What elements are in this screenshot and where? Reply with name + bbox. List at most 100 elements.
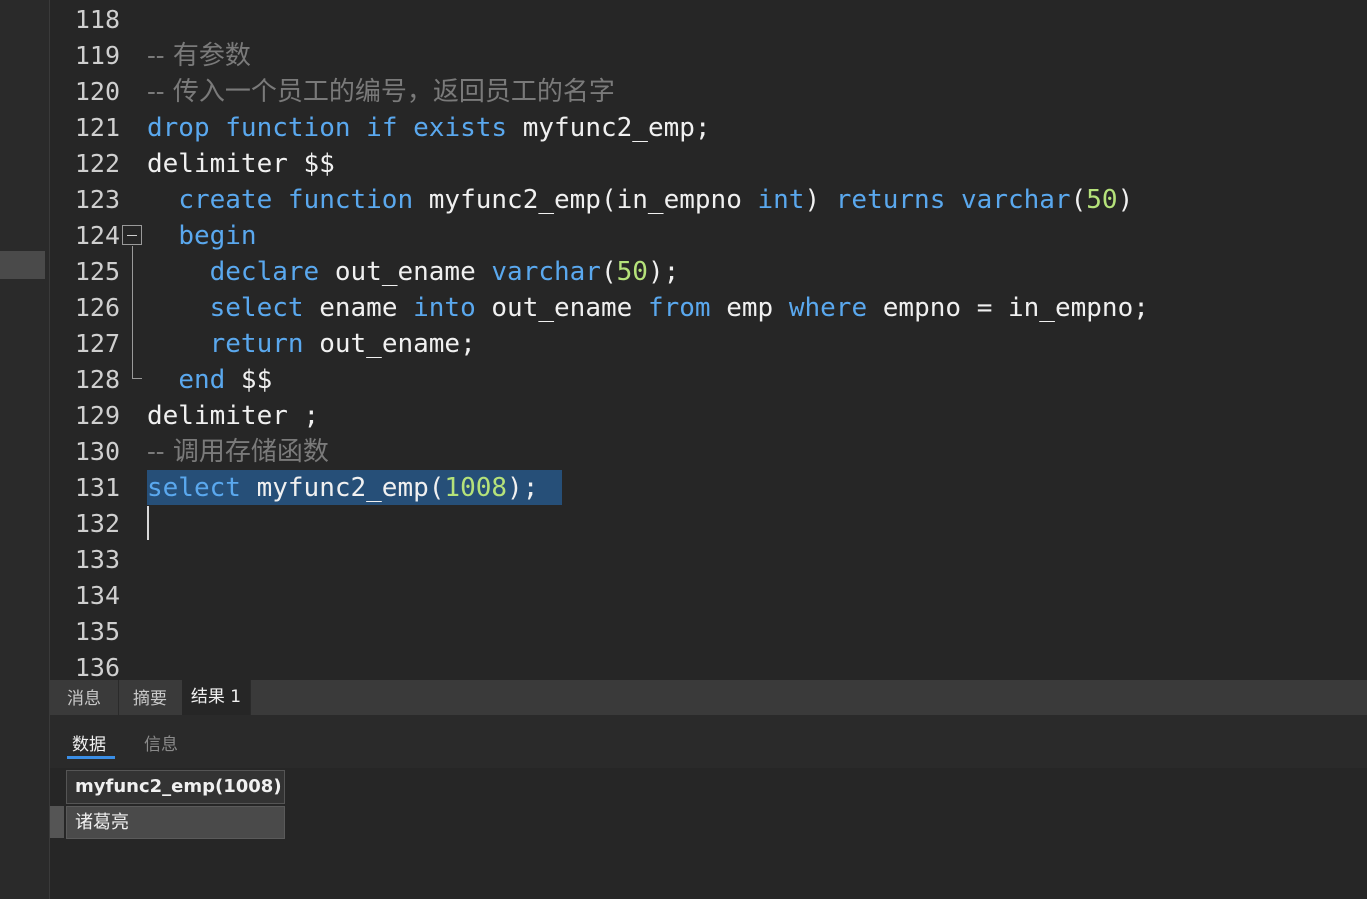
line-number: 120 bbox=[74, 77, 120, 106]
code-token: $$ bbox=[225, 365, 273, 395]
comment-token: -- 有参数 bbox=[147, 41, 251, 71]
column-header[interactable]: myfunc2_emp(1008) bbox=[66, 770, 285, 804]
keyword-token: return bbox=[209, 329, 304, 359]
keyword-token: int bbox=[757, 185, 805, 215]
code-line[interactable]: drop function if exists myfunc2_emp; bbox=[147, 110, 711, 146]
keyword-token: declare bbox=[209, 257, 320, 287]
result-subtab-bar: 数据 信息 bbox=[50, 715, 1367, 768]
comment-token: -- 调用存储函数 bbox=[147, 437, 329, 467]
tab-messages[interactable]: 消息 bbox=[50, 680, 119, 715]
line-number: 124 bbox=[74, 221, 120, 250]
code-line[interactable]: -- 调用存储函数 bbox=[147, 434, 329, 470]
sidebar-scroll-marker[interactable] bbox=[0, 251, 45, 279]
code-token: ( bbox=[600, 257, 617, 287]
code-line[interactable]: return out_ename; bbox=[147, 326, 476, 362]
sql-editor-window: 118 119 120 121 122 123 124 125 126 127 128 129 130 1… bbox=[0, 0, 1367, 899]
number-token: 1008 bbox=[444, 473, 508, 503]
line-number: 136 bbox=[74, 653, 120, 680]
keyword-token: function bbox=[287, 185, 414, 215]
keyword-token: select bbox=[209, 293, 304, 323]
tab-summary[interactable]: 摘要 bbox=[118, 680, 183, 715]
result-tab-bar: 消息 摘要 结果 1 bbox=[50, 680, 1367, 715]
code-line[interactable]: delimiter $$ bbox=[147, 146, 335, 182]
keyword-token: from bbox=[647, 293, 711, 323]
subtab-data[interactable]: 数据 bbox=[72, 730, 106, 755]
fold-collapse-icon[interactable] bbox=[122, 225, 142, 245]
keyword-token: varchar bbox=[961, 185, 1071, 215]
active-subtab-underline bbox=[67, 756, 115, 759]
code-token: out_ename bbox=[475, 293, 648, 323]
fold-guide-line bbox=[132, 246, 133, 378]
comment-token: -- 传入一个员工的编号，返回员工的名字 bbox=[147, 77, 615, 107]
code-lines[interactable]: -- 有参数 -- 传入一个员工的编号，返回员工的名字 drop function … bbox=[147, 0, 1357, 680]
code-editor[interactable]: 118 119 120 121 122 123 124 125 126 127 128 129 130 1… bbox=[50, 0, 1367, 680]
code-line[interactable]: end $$ bbox=[147, 362, 272, 398]
keyword-token: if bbox=[366, 113, 398, 143]
keyword-token: varchar bbox=[491, 257, 601, 287]
code-line[interactable]: -- 有参数 bbox=[147, 38, 251, 74]
line-number: 132 bbox=[74, 509, 120, 538]
code-token: ) bbox=[804, 185, 836, 215]
row-selector[interactable] bbox=[50, 806, 64, 838]
code-token: ) bbox=[1117, 185, 1134, 215]
code-token: ); bbox=[507, 473, 539, 503]
code-token: ( bbox=[1070, 185, 1087, 215]
code-token: emp bbox=[710, 293, 789, 323]
code-line[interactable]: create function myfunc2_emp(in_empno int… bbox=[147, 182, 1133, 218]
subtab-info[interactable]: 信息 bbox=[144, 730, 178, 755]
keyword-token: select bbox=[147, 473, 241, 503]
code-token: delimiter $$ bbox=[147, 149, 335, 179]
code-line[interactable]: declare out_ename varchar(50); bbox=[147, 254, 680, 290]
keyword-token: exists bbox=[413, 113, 508, 143]
code-token: delimiter ; bbox=[147, 401, 320, 431]
line-number: 118 bbox=[74, 5, 120, 34]
code-line[interactable]: select ename into out_ename from emp whe… bbox=[147, 290, 1149, 326]
keyword-token: drop bbox=[147, 113, 210, 143]
left-sidebar-strip bbox=[0, 0, 50, 899]
code-token: empno = in_empno; bbox=[867, 293, 1149, 323]
keyword-token: where bbox=[788, 293, 868, 323]
code-token: myfunc2_emp; bbox=[507, 113, 711, 143]
code-token: myfunc2_emp(in_empno bbox=[413, 185, 758, 215]
line-number: 119 bbox=[74, 41, 120, 70]
code-line[interactable]: begin bbox=[147, 218, 257, 254]
code-line[interactable]: delimiter ; bbox=[147, 398, 319, 434]
code-line[interactable]: select myfunc2_emp(1008); bbox=[147, 470, 538, 506]
line-number: 133 bbox=[74, 545, 120, 574]
line-number: 131 bbox=[74, 473, 120, 502]
code-token: out_ename; bbox=[303, 329, 476, 359]
result-grid: myfunc2_emp(1008) 诸葛亮 bbox=[50, 768, 1367, 899]
line-number: 125 bbox=[74, 257, 120, 286]
code-token: ); bbox=[647, 257, 680, 287]
line-number: 128 bbox=[74, 365, 120, 394]
line-number: 130 bbox=[74, 437, 120, 466]
keyword-token: end bbox=[178, 365, 226, 395]
fold-guide-end bbox=[132, 378, 142, 379]
line-number: 127 bbox=[74, 329, 120, 358]
line-number: 122 bbox=[74, 149, 120, 178]
grid-cell[interactable]: 诸葛亮 bbox=[66, 806, 285, 839]
line-number: 134 bbox=[74, 581, 120, 610]
number-token: 50 bbox=[1086, 185, 1118, 215]
code-line[interactable]: -- 传入一个员工的编号，返回员工的名字 bbox=[147, 74, 615, 110]
keyword-token: into bbox=[413, 293, 476, 323]
line-number-gutter: 118 119 120 121 122 123 124 125 126 127 128 129 130 1… bbox=[50, 0, 122, 680]
text-caret bbox=[147, 506, 149, 540]
keyword-token: begin bbox=[178, 221, 257, 251]
line-number: 126 bbox=[74, 293, 120, 322]
keyword-token: function bbox=[225, 113, 351, 143]
tab-result-1[interactable]: 结果 1 bbox=[182, 680, 251, 715]
line-number: 135 bbox=[74, 617, 120, 646]
keyword-token: returns bbox=[835, 185, 946, 215]
number-token: 50 bbox=[616, 257, 648, 287]
line-number: 123 bbox=[74, 185, 120, 214]
line-number: 121 bbox=[74, 113, 120, 142]
keyword-token: create bbox=[178, 185, 273, 215]
line-number: 129 bbox=[74, 401, 120, 430]
code-token: ename bbox=[303, 293, 414, 323]
